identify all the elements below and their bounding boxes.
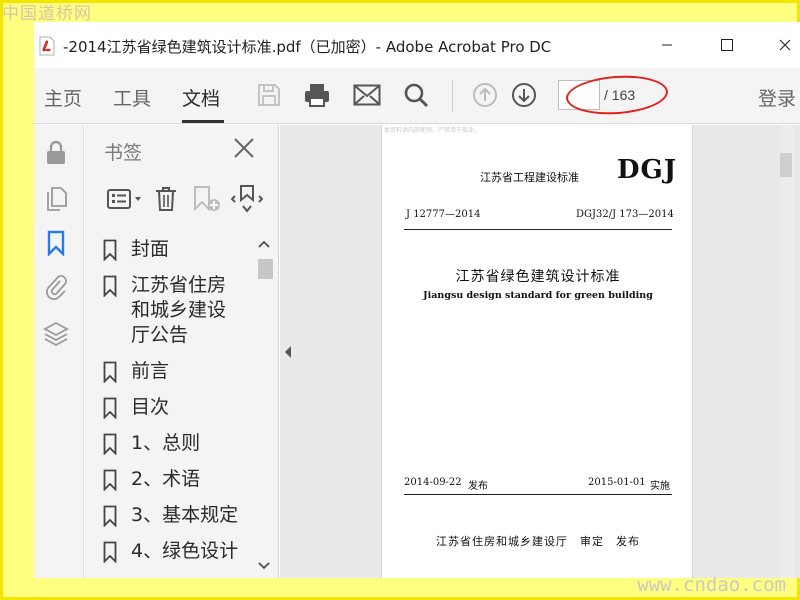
- expand-bookmark-icon[interactable]: [230, 183, 264, 215]
- minimize-button[interactable]: [652, 32, 682, 58]
- toolbar-separator: [452, 80, 453, 112]
- bookmark-item[interactable]: 3、基本规定: [103, 503, 258, 528]
- dgj-mark: DGJ: [617, 155, 678, 185]
- bookmarks-panel: 书签 封面 江苏省住房和城乡建设厅公告 前言 目次 1、总则 2、术语 3、基本…: [85, 125, 279, 578]
- login-button[interactable]: 登录: [758, 84, 796, 111]
- bookmark-item[interactable]: 2、术语: [103, 467, 258, 492]
- bookmark-item[interactable]: 江苏省住房和城乡建设厅公告: [103, 273, 258, 348]
- bookmark-flag-icon: [103, 541, 117, 563]
- window-title: -2014江苏省绿色建筑设计标准.pdf（已加密）- Adobe Acrobat…: [63, 38, 552, 56]
- delete-bookmark-icon[interactable]: [151, 183, 181, 215]
- close-button[interactable]: [770, 32, 800, 58]
- bookmark-label: 封面: [131, 238, 170, 260]
- previous-page-icon[interactable]: [470, 80, 500, 110]
- bookmark-item[interactable]: 封面: [103, 237, 258, 262]
- bookmark-scrollbar[interactable]: [255, 237, 273, 576]
- issuer: 江苏省住房和城乡建设厅 审定 发布: [436, 535, 640, 548]
- bookmark-flag-icon: [103, 433, 117, 455]
- bookmark-label: 3、基本规定: [131, 504, 239, 526]
- document-view[interactable]: 本资料供内部使用，严禁用于商业。 江苏省工程建设标准 DGJ J 12777—2…: [280, 125, 800, 578]
- bookmark-flag-icon: [103, 397, 117, 419]
- title-bar: -2014江苏省绿色建筑设计标准.pdf（已加密）- Adobe Acrobat…: [34, 22, 800, 68]
- bookmark-label: 4、绿色设计: [131, 540, 239, 562]
- bookmark-label: 前言: [131, 360, 170, 382]
- bookmark-item[interactable]: 前言: [103, 359, 258, 384]
- bookmark-label: 1、总则: [131, 432, 201, 454]
- bookmark-item[interactable]: 4、绿色设计: [103, 539, 258, 564]
- next-page-icon[interactable]: [509, 80, 539, 110]
- standard-label: 江苏省工程建设标准: [480, 171, 579, 184]
- pdf-file-icon: [39, 36, 55, 56]
- bookmark-item[interactable]: 目次: [103, 395, 258, 420]
- scroll-down-icon[interactable]: [258, 561, 270, 571]
- page-faint-notice: 本资料供内部使用，严禁用于商业。: [384, 127, 481, 134]
- attachment-icon[interactable]: [43, 273, 69, 301]
- implement-date: 2015-01-01: [588, 477, 646, 488]
- page-rule: [404, 229, 672, 230]
- pages-icon[interactable]: [43, 185, 69, 213]
- scroll-up-icon[interactable]: [258, 239, 270, 249]
- search-icon[interactable]: [401, 80, 431, 110]
- print-icon[interactable]: [302, 80, 332, 110]
- tab-tools[interactable]: 工具: [113, 84, 151, 111]
- bookmark-flag-icon: [103, 505, 117, 527]
- pdf-page: 本资料供内部使用，严禁用于商业。 江苏省工程建设标准 DGJ J 12777—2…: [381, 125, 693, 578]
- bookmark-flag-icon: [103, 275, 117, 297]
- close-panel-icon[interactable]: [232, 136, 256, 160]
- maximize-button[interactable]: [712, 32, 742, 58]
- lock-icon[interactable]: [43, 139, 69, 167]
- bookmark-icon[interactable]: [43, 229, 69, 257]
- implement-word: 实施: [650, 481, 670, 492]
- acrobat-window: -2014江苏省绿色建筑设计标准.pdf（已加密）- Adobe Acrobat…: [34, 22, 800, 578]
- scroll-thumb[interactable]: [258, 259, 273, 279]
- document-scrollbar[interactable]: [780, 125, 794, 578]
- email-icon[interactable]: [352, 80, 382, 110]
- bookmark-options-icon[interactable]: [105, 183, 145, 215]
- bookmark-label: 江苏省住房和城乡建设厅公告: [131, 274, 227, 346]
- scroll-thumb[interactable]: [780, 153, 792, 177]
- bookmark-flag-icon: [103, 239, 117, 261]
- watermark-top: 中国道桥网: [2, 4, 92, 24]
- save-icon[interactable]: [254, 80, 284, 110]
- document-title-cn: 江苏省绿色建筑设计标准: [455, 269, 621, 285]
- document-title-en: Jiangsu design standard for green buildi…: [423, 290, 653, 301]
- active-tab-indicator: [182, 120, 224, 123]
- dgj-code: DGJ32/J 173—2014: [576, 209, 674, 220]
- bookmark-list: 封面 江苏省住房和城乡建设厅公告 前言 目次 1、总则 2、术语 3、基本规定 …: [103, 237, 258, 576]
- j-code: J 12777—2014: [406, 209, 481, 220]
- navigation-rail: [34, 125, 84, 578]
- bookmark-flag-icon: [103, 469, 117, 491]
- tab-document[interactable]: 文档: [182, 84, 220, 111]
- publish-word: 发布: [468, 481, 488, 492]
- page-rule-bottom: [404, 494, 672, 495]
- new-bookmark-icon[interactable]: [191, 183, 223, 215]
- publish-date: 2014-09-22: [404, 477, 462, 488]
- bookmark-label: 目次: [131, 396, 170, 418]
- tab-home[interactable]: 主页: [44, 84, 82, 111]
- layers-icon[interactable]: [43, 319, 69, 347]
- main-toolbar: 主页 工具 文档 / 163 登录: [34, 68, 800, 124]
- bookmark-item[interactable]: 1、总则: [103, 431, 258, 456]
- watermark-bottom: www.cndao.com: [637, 574, 786, 596]
- bookmark-label: 2、术语: [131, 468, 201, 490]
- bookmarks-panel-title: 书签: [104, 142, 143, 164]
- collapse-panel-icon[interactable]: [283, 345, 293, 359]
- bookmark-flag-icon: [103, 361, 117, 383]
